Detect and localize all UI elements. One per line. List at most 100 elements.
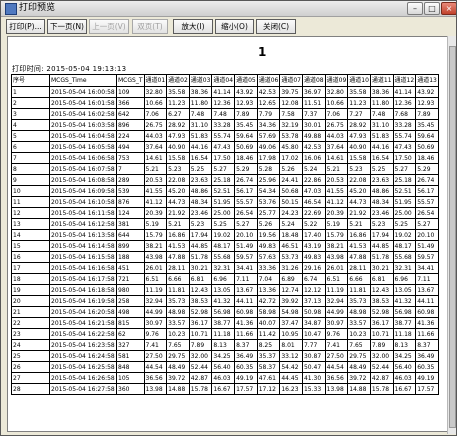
- print-preview-window: 打印预览 – □ × 打印(P)... 下一页(N) 上一页(V) 双页(T) …: [0, 0, 457, 436]
- table-cell: 899: [116, 240, 145, 252]
- table-cell: 9: [11, 174, 50, 186]
- table-cell: 43.92: [415, 86, 439, 98]
- table-cell: 29.75: [347, 350, 371, 362]
- two-page-button[interactable]: 双页(T): [132, 19, 168, 34]
- table-row: 6 2015-05-04 16:05:58 494 37.64 40.90 44.16 47…: [11, 141, 439, 153]
- table-cell: 24.41: [279, 174, 303, 186]
- table-cell: 48.86: [188, 185, 213, 197]
- table-cell: 8.37: [234, 339, 258, 351]
- table-cell: 57.69: [256, 130, 281, 142]
- table-row: 28 2015-05-04 16:27:58 360 13.98 14.88 15.78 1…: [11, 383, 439, 395]
- table-cell: 2015-05-04 16:22:58: [49, 328, 117, 340]
- table-cell: 105: [116, 372, 145, 384]
- table-cell: 11.18: [211, 328, 236, 340]
- previous-page-button[interactable]: 上一页(V): [89, 19, 129, 34]
- print-button[interactable]: 打印(P)...: [6, 19, 45, 34]
- table-cell: 44.45: [279, 372, 303, 384]
- table-cell: 2015-05-04 16:13:58: [49, 229, 117, 241]
- data-table: 序号 MCGS_Time MCGS_T 通道01 通道02 通道03 通道04 通道05 通道0…: [11, 74, 439, 395]
- close-button[interactable]: 关闭(C): [256, 19, 296, 34]
- scrollbar-thumb[interactable]: [449, 46, 456, 428]
- table-cell: 43.92: [234, 86, 258, 98]
- table-cell: 36.49: [415, 350, 439, 362]
- close-window-button[interactable]: ×: [441, 2, 456, 15]
- table-cell: 24: [11, 339, 50, 351]
- table-cell: 48.49: [166, 361, 190, 373]
- table-cell: 46.03: [392, 372, 417, 384]
- table-cell: 36.17: [188, 317, 213, 329]
- table-cell: 7.89: [234, 108, 258, 120]
- table-cell: 11.19: [143, 284, 168, 296]
- table-cell: 56.98: [211, 306, 236, 318]
- table-cell: 41.55: [143, 185, 168, 197]
- table-cell: 13.98: [324, 383, 349, 395]
- table-cell: 16.54: [369, 152, 394, 164]
- table-cell: 2015-05-04 16:07:58: [49, 163, 117, 175]
- next-page-button[interactable]: 下一页(N): [47, 19, 87, 34]
- minimize-button[interactable]: –: [407, 2, 423, 15]
- table-cell: 451: [116, 262, 145, 274]
- table-row: 11 2015-05-04 16:10:58 876 41.12 44.73 48.34 5…: [11, 196, 439, 208]
- table-row: 19 2015-05-04 16:18:58 980 11.19 11.81 12.43 1…: [11, 284, 439, 296]
- table-cell: 13.05: [211, 284, 236, 296]
- table-cell: 59.64: [234, 130, 258, 142]
- table-cell: 38.21: [143, 240, 168, 252]
- table-cell: 6.27: [166, 108, 190, 120]
- table-cell: 23.46: [188, 207, 213, 219]
- table-cell: 2015-05-04 16:26:58: [49, 372, 117, 384]
- table-row: 3 2015-05-04 16:02:58 642 7.06 6.27 7.48 7.48 7…: [11, 108, 439, 120]
- table-cell: 7.06: [143, 108, 168, 120]
- table-cell: 360: [116, 383, 145, 395]
- page-number: 1: [258, 45, 267, 59]
- table-cell: 41.12: [143, 196, 168, 208]
- table-cell: 11.80: [188, 97, 213, 109]
- zoom-in-button[interactable]: 放大(I): [173, 19, 213, 34]
- table-cell: 5.21: [166, 218, 190, 230]
- vertical-scrollbar[interactable]: [447, 36, 456, 434]
- table-cell: 48.98: [347, 306, 371, 318]
- table-cell: 35.45: [234, 119, 258, 131]
- table-cell: 16.67: [392, 383, 417, 395]
- table-cell: 20.39: [324, 207, 349, 219]
- table-cell: 47.93: [347, 130, 371, 142]
- table-cell: 34.36: [256, 119, 281, 131]
- table-cell: 815: [116, 317, 145, 329]
- column-header: 通道07: [279, 74, 303, 87]
- table-cell: 8: [11, 163, 50, 175]
- table-cell: 50.15: [279, 196, 303, 208]
- preview-page[interactable]: 1 打印时间: 2015-05-04 19:13:13 序号 MCGS_Time M…: [7, 36, 449, 432]
- window-title: 打印预览: [19, 3, 56, 13]
- table-cell: 7.89: [188, 339, 213, 351]
- table-cell: 60.35: [415, 361, 439, 373]
- maximize-button[interactable]: □: [424, 2, 440, 15]
- table-row: 7 2015-05-04 16:06:58 753 14.61 15.58 16.54 17…: [11, 152, 439, 164]
- table-cell: 39.92: [279, 295, 303, 307]
- table-cell: 25.96: [256, 174, 281, 186]
- table-cell: 18.46: [415, 152, 439, 164]
- table-cell: 44.85: [188, 240, 213, 252]
- title-bar[interactable]: 打印预览 – □ ×: [1, 1, 456, 17]
- table-cell: 15.78: [369, 383, 394, 395]
- table-cell: 48.17: [211, 240, 236, 252]
- table-cell: 2015-05-04 16:16:58: [49, 262, 117, 274]
- table-cell: 2015-05-04 16:04:58: [49, 130, 117, 142]
- table-cell: 17.94: [369, 229, 394, 241]
- table-cell: 42.87: [188, 372, 213, 384]
- table-cell: 10.71: [369, 328, 394, 340]
- zoom-out-button[interactable]: 缩小(O): [215, 19, 254, 34]
- table-cell: 539: [116, 185, 145, 197]
- table-cell: 12.43: [369, 284, 394, 296]
- table-cell: 494: [116, 141, 145, 153]
- table-cell: 5.26: [256, 218, 281, 230]
- column-header: 通道05: [234, 74, 258, 87]
- column-header: 通道03: [188, 74, 213, 87]
- table-cell: 30.87: [301, 350, 326, 362]
- table-cell: 14.88: [166, 383, 190, 395]
- table-cell: 10.23: [347, 328, 371, 340]
- table-cell: 41.36: [415, 317, 439, 329]
- table-cell: 13.98: [143, 383, 168, 395]
- table-cell: 11.23: [347, 97, 371, 109]
- table-cell: 60.35: [234, 361, 258, 373]
- table-cell: 55.68: [392, 251, 417, 263]
- table-cell: 38.77: [211, 317, 236, 329]
